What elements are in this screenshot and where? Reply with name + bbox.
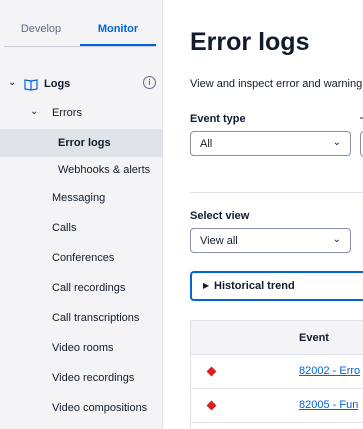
tabs-divider bbox=[4, 46, 156, 47]
sidebar-item-video-rooms[interactable]: Video rooms bbox=[52, 342, 114, 354]
sidebar: Develop Monitor ⌄ Logs i ⌄ Errors Error … bbox=[0, 0, 163, 429]
sidebar-item-logs[interactable]: ⌄ Logs i bbox=[8, 76, 158, 94]
chevron-down-icon: ⌄ bbox=[332, 137, 341, 148]
table-header: Event bbox=[191, 321, 363, 355]
sidebar-item-call-transcriptions[interactable]: Call transcriptions bbox=[52, 312, 139, 324]
select-value: All bbox=[200, 138, 213, 150]
error-severity-icon bbox=[206, 366, 217, 377]
sidebar-tabs: Develop Monitor bbox=[0, 0, 163, 48]
sidebar-item-error-logs[interactable]: Error logs bbox=[58, 137, 111, 149]
sidebar-item-conferences[interactable]: Conferences bbox=[52, 252, 114, 264]
sidebar-item-messaging[interactable]: Messaging bbox=[52, 192, 105, 204]
divider bbox=[190, 192, 363, 193]
sidebar-item-label: Logs bbox=[44, 78, 71, 90]
sidebar-item-call-recordings[interactable]: Call recordings bbox=[52, 282, 125, 294]
chevron-down-icon: ⌄ bbox=[30, 106, 39, 117]
select-value: View all bbox=[200, 235, 238, 247]
chevron-right-icon: ▶ bbox=[203, 281, 210, 290]
error-severity-icon bbox=[206, 400, 217, 411]
historical-trend-disclosure[interactable]: ▶ Historical trend bbox=[190, 271, 363, 301]
select-view-select[interactable]: View all ⌄ bbox=[190, 228, 351, 253]
sidebar-item-video-compositions[interactable]: Video compositions bbox=[52, 402, 147, 414]
sidebar-item-video-recordings[interactable]: Video recordings bbox=[52, 372, 134, 384]
error-logs-table: Event 82002 - Erro 82005 - Fun bbox=[190, 320, 363, 429]
column-header-event[interactable]: Event bbox=[299, 332, 329, 344]
tab-develop[interactable]: Develop bbox=[4, 12, 78, 46]
sidebar-item-label: Errors bbox=[52, 107, 82, 119]
page-description: View and inspect error and warning bbox=[190, 78, 363, 90]
select-view-label: Select view bbox=[190, 210, 250, 222]
chevron-down-icon: ⌄ bbox=[332, 234, 341, 245]
event-link[interactable]: 82002 - Erro bbox=[299, 365, 360, 377]
table-row[interactable]: 82002 - Erro bbox=[191, 355, 363, 389]
sidebar-item-webhooks-alerts[interactable]: Webhooks & alerts bbox=[58, 164, 150, 176]
table-row[interactable]: 82005 - Fun bbox=[191, 389, 363, 423]
disclosure-label: Historical trend bbox=[214, 280, 295, 292]
event-type-select[interactable]: All ⌄ bbox=[190, 131, 351, 156]
event-type-label: Event type bbox=[190, 113, 246, 125]
sidebar-item-errors[interactable]: ⌄ Errors bbox=[30, 105, 158, 123]
main-content: Error logs View and inspect error and wa… bbox=[163, 0, 363, 429]
tab-monitor[interactable]: Monitor bbox=[80, 12, 156, 46]
event-link[interactable]: 82005 - Fun bbox=[299, 399, 358, 411]
sidebar-item-calls[interactable]: Calls bbox=[52, 222, 76, 234]
page-title: Error logs bbox=[190, 28, 310, 56]
chevron-down-icon: ⌄ bbox=[8, 77, 17, 88]
book-icon bbox=[24, 79, 38, 91]
info-icon[interactable]: i bbox=[143, 76, 156, 89]
